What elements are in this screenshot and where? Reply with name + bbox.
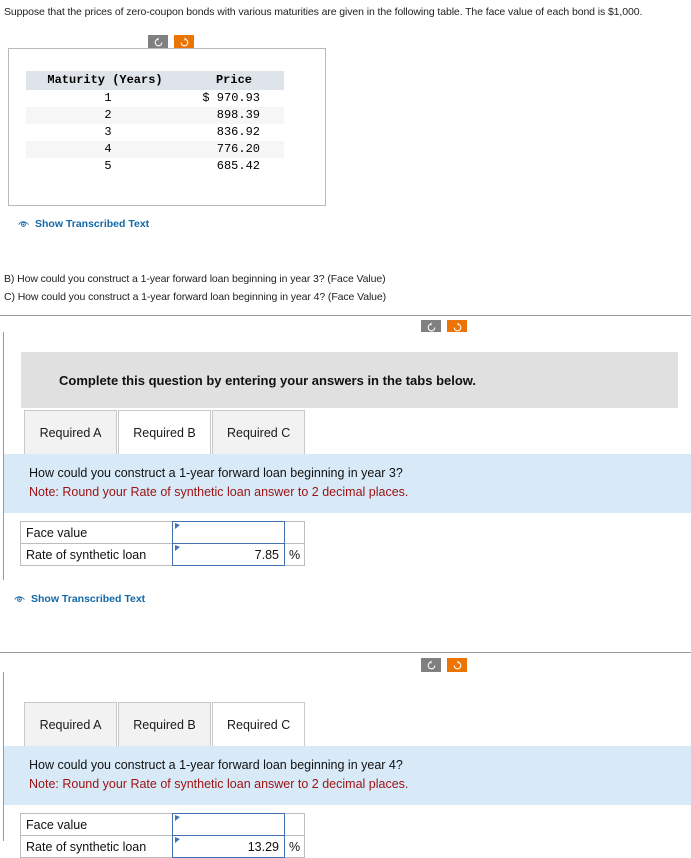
- tab-required-b[interactable]: Required B: [118, 410, 211, 454]
- tab-required-a[interactable]: Required A: [24, 410, 117, 454]
- tab-required-a-label: Required A: [39, 425, 102, 440]
- answer-field-cell-rate: 7.85: [172, 543, 285, 566]
- table-header-row: Maturity (Years) Price: [26, 71, 284, 90]
- eye-icon: [18, 220, 29, 227]
- table-row: 5 685.42: [26, 158, 284, 175]
- cell-price: 898.39: [184, 107, 284, 124]
- table-row: 4 776.20: [26, 141, 284, 158]
- question-b-text: B) How could you construct a 1-year forw…: [4, 273, 386, 285]
- panel-b-answer-table: Face value Rate of synthetic loan 7.85 %: [20, 521, 305, 566]
- eye-icon: [14, 595, 25, 602]
- tab-required-b-label: Required B: [133, 425, 196, 440]
- answer-label-rate: Rate of synthetic loan: [20, 835, 173, 858]
- face-value-input[interactable]: [172, 813, 285, 836]
- cell-price: 836.92: [216, 125, 260, 139]
- answer-unit-face-value: [284, 813, 305, 836]
- show-transcribed-text-link-1[interactable]: Show Transcribed Text: [18, 218, 149, 230]
- image-toolbar-3: [421, 658, 467, 673]
- answer-row-rate: Rate of synthetic loan 13.29 %: [20, 835, 305, 858]
- answer-field-cell-rate: 13.29: [172, 835, 285, 858]
- intro-paragraph: Suppose that the prices of zero-coupon b…: [4, 6, 643, 18]
- table-row: 1 $ 970.93: [26, 90, 284, 107]
- show-transcribed-text-link-2[interactable]: Show Transcribed Text: [14, 593, 145, 605]
- panel-c-answer-table: Face value Rate of synthetic loan 13.29 …: [20, 813, 305, 858]
- answer-label-face-value: Face value: [20, 813, 173, 836]
- tab-required-c[interactable]: Required C: [212, 410, 306, 454]
- tab-required-b-label: Required B: [133, 717, 196, 732]
- panel-b-question-text: How could you construct a 1-year forward…: [29, 466, 403, 480]
- answer-row-face-value: Face value: [20, 521, 305, 544]
- table-row: 3 836.92: [26, 124, 284, 141]
- panel-c-question-box: How could you construct a 1-year forward…: [4, 746, 691, 805]
- panel-b-banner: Complete this question by entering your …: [21, 352, 678, 408]
- tab-required-c-label: Required C: [227, 717, 291, 732]
- panel-c-note-text: Note: Round your Rate of synthetic loan …: [29, 777, 409, 791]
- tab-required-c[interactable]: Required C: [212, 702, 306, 746]
- bond-table-image-card: Maturity (Years) Price 1 $ 970.93 2 898.…: [8, 48, 326, 206]
- required-c-panel: Required A Required B Required C How cou…: [3, 672, 691, 858]
- panel-b-tab-list: Required A Required B Required C: [4, 408, 691, 454]
- tab-required-a[interactable]: Required A: [24, 702, 117, 746]
- answer-field-cell-face-value: [172, 521, 285, 544]
- cell-maturity: 5: [104, 159, 112, 173]
- answer-label-face-value: Face value: [20, 521, 173, 544]
- rate-of-synthetic-loan-input[interactable]: 13.29: [172, 835, 285, 858]
- tab-required-c-label: Required C: [227, 425, 291, 440]
- answer-unit-rate: %: [284, 543, 305, 566]
- tab-required-b[interactable]: Required B: [118, 702, 211, 746]
- rate-of-synthetic-loan-input[interactable]: 7.85: [172, 543, 285, 566]
- tab-required-a-label: Required A: [39, 717, 102, 732]
- section-divider-2: [0, 652, 691, 653]
- question-c-text: C) How could you construct a 1-year forw…: [4, 291, 387, 303]
- answer-row-rate: Rate of synthetic loan 7.85 %: [20, 543, 305, 566]
- answer-row-face-value: Face value: [20, 813, 305, 836]
- table-row: 2 898.39: [26, 107, 284, 124]
- face-value-input[interactable]: [172, 521, 285, 544]
- cell-price: 776.20: [184, 141, 284, 158]
- rotate-right-icon[interactable]: [447, 658, 467, 673]
- answer-unit-rate: %: [284, 835, 305, 858]
- show-transcribed-text-label-2: Show Transcribed Text: [31, 593, 146, 605]
- required-b-panel: Complete this question by entering your …: [3, 332, 691, 580]
- panel-b-question-box: How could you construct a 1-year forward…: [4, 454, 691, 513]
- cell-maturity: 4: [26, 141, 184, 158]
- show-transcribed-text-label-1: Show Transcribed Text: [35, 218, 150, 230]
- panel-c-tab-list: Required A Required B Required C: [4, 672, 691, 746]
- column-header-price: Price: [184, 71, 284, 90]
- answer-unit-face-value: [284, 521, 305, 544]
- cell-maturity: 3: [104, 125, 112, 139]
- panel-b-note-text: Note: Round your Rate of synthetic loan …: [29, 485, 409, 499]
- answer-field-cell-face-value: [172, 813, 285, 836]
- column-header-maturity: Maturity (Years): [26, 71, 184, 90]
- cell-maturity: 2: [26, 107, 184, 124]
- cell-price: $ 970.93: [202, 91, 260, 105]
- answer-label-rate: Rate of synthetic loan: [20, 543, 173, 566]
- panel-c-question-text: How could you construct a 1-year forward…: [29, 758, 403, 772]
- cell-maturity: 1: [104, 91, 112, 105]
- bond-price-table: Maturity (Years) Price 1 $ 970.93 2 898.…: [26, 71, 284, 175]
- section-divider-1: [0, 315, 691, 316]
- rotate-left-icon[interactable]: [421, 658, 441, 673]
- cell-price: 685.42: [216, 159, 260, 173]
